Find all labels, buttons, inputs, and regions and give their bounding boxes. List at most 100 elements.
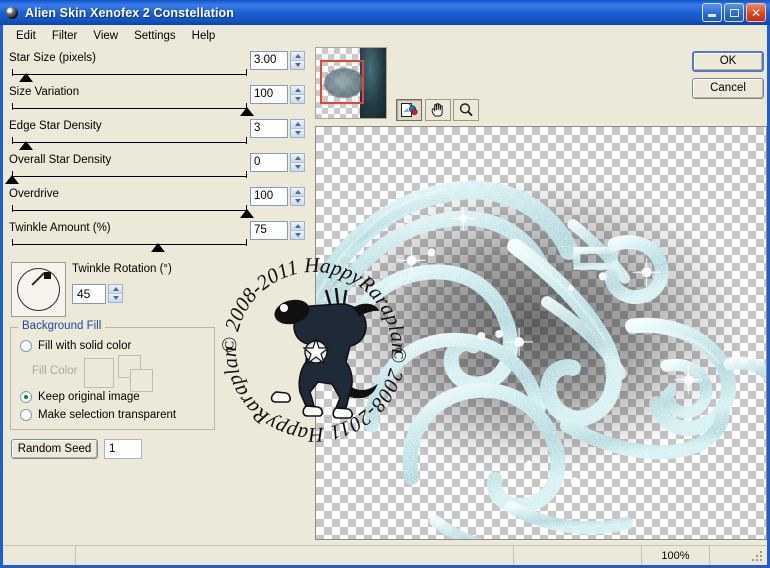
spin-down-button[interactable] — [109, 294, 122, 302]
image-preview-canvas[interactable] — [315, 126, 767, 540]
dial-knob-handle[interactable] — [44, 272, 51, 279]
random-seed-input[interactable]: 1 — [104, 439, 142, 459]
slider-label: Overdrive — [9, 188, 59, 200]
slider-track[interactable] — [12, 239, 247, 252]
twinkle-rotation-dial[interactable] — [11, 262, 66, 317]
chevron-down-icon — [112, 296, 119, 300]
slider-value-input[interactable]: 75 — [250, 221, 288, 240]
slider-spin-buttons[interactable] — [290, 187, 305, 206]
maximize-button[interactable] — [724, 3, 744, 22]
slider-track[interactable] — [12, 103, 254, 116]
slider-spinner[interactable]: 3 — [250, 119, 305, 138]
slider-row: Edge Star Density 3 — [4, 119, 305, 152]
slider-spin-buttons[interactable] — [290, 221, 305, 240]
radio-label: Fill with solid color — [38, 340, 132, 352]
fill-color-swatch-primary[interactable] — [84, 358, 114, 388]
spin-down-button[interactable] — [291, 163, 304, 171]
chevron-up-icon — [294, 54, 301, 58]
slider-spin-buttons[interactable] — [290, 51, 305, 70]
menu-bar: Edit Filter View Settings Help — [3, 26, 767, 45]
spin-down-button[interactable] — [291, 197, 304, 205]
slider-track[interactable] — [12, 69, 247, 82]
menu-item-view[interactable]: View — [85, 28, 126, 44]
background-fill-title: Background Fill — [18, 320, 106, 332]
close-icon: ✕ — [750, 5, 762, 20]
menu-item-settings[interactable]: Settings — [126, 28, 184, 44]
spin-up-button[interactable] — [291, 154, 304, 163]
spin-up-button[interactable] — [291, 120, 304, 129]
slider-value-input[interactable]: 3 — [250, 119, 288, 138]
spin-up-button[interactable] — [291, 222, 304, 231]
spin-down-button[interactable] — [291, 231, 304, 239]
radio-fill-with-solid-color[interactable]: Fill with solid color — [20, 340, 131, 352]
resize-grip-icon[interactable] — [750, 549, 764, 563]
slider-value-input[interactable]: 0 — [250, 153, 288, 172]
navigator-thumbnail[interactable] — [315, 47, 387, 119]
radio-make-selection-transparent[interactable]: Make selection transparent — [20, 409, 176, 421]
chevron-up-icon — [294, 122, 301, 126]
twinkle-rotation-value[interactable]: 45 — [72, 284, 106, 304]
slider-spin-buttons[interactable] — [290, 153, 305, 172]
preview-compare-tool-button[interactable] — [396, 99, 422, 121]
fill-color-label: Fill Color — [32, 365, 78, 377]
cancel-button[interactable]: Cancel — [692, 78, 764, 99]
zoom-tool-button[interactable] — [453, 99, 479, 121]
slider-label: Overall Star Density — [9, 154, 112, 166]
slider-spin-buttons[interactable] — [290, 85, 305, 104]
slider-value-input[interactable]: 3.00 — [250, 51, 288, 70]
slider-value-input[interactable]: 100 — [250, 187, 288, 206]
slider-thumb[interactable] — [240, 107, 254, 116]
spin-up-button[interactable] — [291, 188, 304, 197]
xenofex-dialog-window: Alien Skin Xenofex 2 Constellation ✕ Edi… — [0, 0, 770, 568]
slider-thumb[interactable] — [19, 141, 34, 150]
spin-down-button[interactable] — [291, 129, 304, 137]
minimize-button[interactable] — [702, 3, 722, 22]
slider-spin-buttons[interactable] — [290, 119, 305, 138]
chevron-up-icon — [294, 88, 301, 92]
twinkle-rotation-spinner[interactable]: 45 — [72, 284, 123, 304]
twinkle-rotation-spin-buttons[interactable] — [108, 284, 123, 303]
slider-thumb[interactable] — [150, 243, 165, 252]
random-seed-button[interactable]: Random Seed — [11, 439, 98, 459]
menu-item-filter[interactable]: Filter — [44, 28, 86, 44]
slider-spinner[interactable]: 0 — [250, 153, 305, 172]
glitter-filigree-artwork — [316, 180, 766, 539]
chevron-down-icon — [294, 199, 301, 203]
fill-color-swatch-alt-front[interactable] — [130, 369, 153, 392]
slider-label: Twinkle Amount (%) — [9, 222, 111, 234]
slider-spinner[interactable]: 3.00 — [250, 51, 305, 70]
slider-thumb[interactable] — [240, 209, 254, 218]
spin-up-button[interactable] — [109, 285, 122, 294]
slider-row: Overdrive 100 — [4, 187, 305, 220]
slider-value-input[interactable]: 100 — [250, 85, 288, 104]
radio-keep-original-image[interactable]: Keep original image — [20, 391, 140, 403]
slider-row: Star Size (pixels) 3.00 — [4, 51, 305, 84]
ok-button[interactable]: OK — [692, 51, 764, 72]
slider-thumb[interactable] — [5, 175, 19, 184]
close-button[interactable]: ✕ — [746, 3, 766, 22]
status-cell-1 — [3, 546, 75, 565]
slider-label: Star Size (pixels) — [9, 52, 96, 64]
navigator-viewport-rect[interactable] — [320, 60, 364, 104]
slider-thumb[interactable] — [19, 73, 34, 82]
twinkle-rotation-label: Twinkle Rotation (°) — [72, 263, 172, 275]
spin-up-button[interactable] — [291, 52, 304, 61]
dial-circle-icon — [17, 268, 60, 311]
menu-item-help[interactable]: Help — [184, 28, 224, 44]
hand-pan-tool-button[interactable] — [425, 99, 451, 121]
zoom-magnifier-icon — [459, 103, 473, 117]
spin-down-button[interactable] — [291, 61, 304, 69]
chevron-up-icon — [294, 156, 301, 160]
slider-track[interactable] — [12, 137, 247, 150]
chevron-down-icon — [294, 165, 301, 169]
menu-item-edit[interactable]: Edit — [8, 28, 44, 44]
slider-track[interactable] — [12, 205, 254, 218]
slider-spinner[interactable]: 100 — [250, 187, 305, 206]
radio-label: Keep original image — [38, 391, 140, 403]
spin-up-button[interactable] — [291, 86, 304, 95]
spin-down-button[interactable] — [291, 95, 304, 103]
slider-spinner[interactable]: 100 — [250, 85, 305, 104]
slider-spinner[interactable]: 75 — [250, 221, 305, 240]
slider-track[interactable] — [5, 171, 247, 184]
chevron-up-icon — [294, 224, 301, 228]
